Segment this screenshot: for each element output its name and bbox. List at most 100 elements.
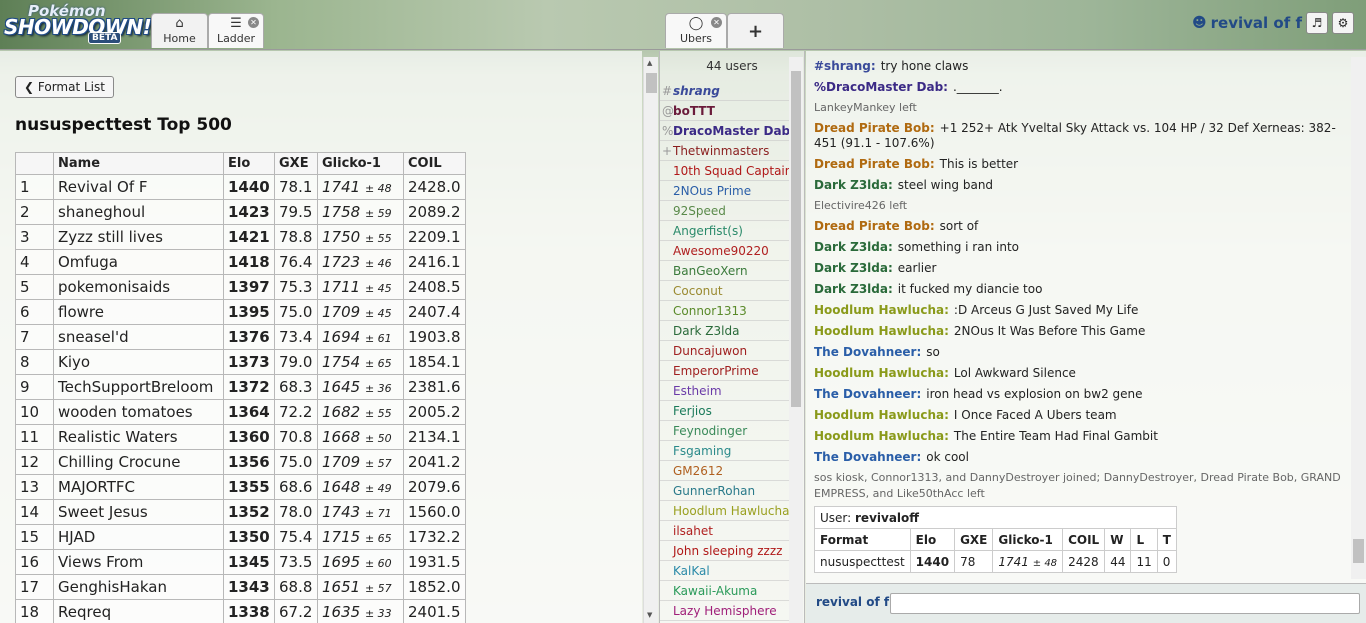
chat-message-author[interactable]: The Dovahneer: (814, 387, 921, 401)
ladder-row: 14 Sweet Jesus 1352 78.0 1743 ± 71 1560.0 (15, 499, 466, 525)
ladder-player-name[interactable]: pokemonisaids (53, 274, 224, 300)
ladder-player-name[interactable]: TechSupportBreloom (53, 374, 224, 400)
ladder-player-name[interactable]: Chilling Crocune (53, 449, 224, 475)
rank-user-name[interactable]: revivaloff (855, 511, 919, 525)
userlist-item[interactable]: BanGeoXern (660, 261, 790, 281)
userlist-item[interactable]: Hoodlum Hawlucha (660, 501, 790, 521)
userlist-item[interactable]: John sleeping zzzz (660, 541, 790, 561)
new-tab-button[interactable]: + (727, 13, 784, 48)
ladder-player-name[interactable]: flowre (53, 299, 224, 325)
ladder-player-name[interactable]: shaneghoul (53, 199, 224, 225)
chat-message-author[interactable]: Hoodlum Hawlucha: (814, 51, 949, 52)
userlist-item[interactable]: KalKal (660, 561, 790, 581)
userlist-item[interactable]: 92Speed (660, 201, 790, 221)
ladder-player-name[interactable]: Views From (53, 549, 224, 575)
chat-message-author[interactable]: Hoodlum Hawlucha: (814, 303, 949, 317)
ladder-player-name[interactable]: Omfuga (53, 249, 224, 275)
ladder-coil: 2134.1 (403, 424, 466, 450)
ladder-player-name[interactable]: Revival Of F (53, 174, 224, 200)
ladder-coil: 2209.1 (403, 224, 466, 250)
userlist-item[interactable]: %DracoMaster Dab (660, 121, 790, 141)
ladder-player-name[interactable]: Zyzz still lives (53, 224, 224, 250)
ladder-player-name[interactable]: Kiyo (53, 349, 224, 375)
ladder-player-name[interactable]: Reqreq (53, 599, 224, 623)
userlist-item[interactable]: GunnerRohan (660, 481, 790, 501)
chat-message-author[interactable]: Dark Z3lda: (814, 178, 893, 192)
chat-scroll-thumb[interactable] (1353, 539, 1364, 563)
ladder-player-name[interactable]: GenghisHakan (53, 574, 224, 600)
ladder-rank: 6 (15, 299, 54, 325)
chat-message-author[interactable]: Dread Pirate Bob: (814, 157, 935, 171)
ladder-table: Name Elo GXE Glicko-1 COIL 1 Revival Of F… (15, 152, 466, 623)
ladder-player-name[interactable]: Realistic Waters (53, 424, 224, 450)
tab-home[interactable]: ⌂ Home (151, 13, 208, 48)
gear-icon[interactable]: ⚙ (1332, 12, 1354, 34)
close-icon[interactable]: ✕ (248, 17, 259, 28)
userlist-item[interactable]: Dark Z3lda (660, 321, 790, 341)
chat-message-text: 2NOus It Was Before This Game (953, 324, 1146, 338)
userlist-item[interactable]: Kawaii-Akuma (660, 581, 790, 601)
chat-message-author[interactable]: %DracoMaster Dab: (814, 80, 948, 94)
userlist-item[interactable]: Awesome90220 (660, 241, 790, 261)
chat-message-author[interactable]: Hoodlum Hawlucha: (814, 429, 949, 443)
format-list-button[interactable]: ❮ Format List (15, 76, 114, 98)
showdown-logo[interactable]: Pokémon SHOWDOWN! BETA (2, 2, 152, 46)
ladder-player-name[interactable]: MAJORTFC (53, 474, 224, 500)
chat-message-author[interactable]: #shrang: (814, 59, 876, 73)
chat-scrollbar[interactable] (1351, 57, 1366, 579)
userlist-item[interactable]: +Thetwinmasters (660, 141, 790, 161)
chat-message-author[interactable]: The Dovahneer: (814, 345, 921, 359)
userlist-scroll-thumb[interactable] (791, 71, 801, 407)
chat-message-author[interactable]: Hoodlum Hawlucha: (814, 408, 949, 422)
ladder-glicko: 1695 ± 60 (317, 549, 404, 575)
userlist-item[interactable]: Connor1313 (660, 301, 790, 321)
chat-message-text: The Entire Team Had Final Gambit (953, 429, 1158, 443)
userlist-item[interactable]: Coconut (660, 281, 790, 301)
ladder-scroll-thumb[interactable] (646, 73, 657, 93)
userlist-item[interactable]: 10th Squad Captain (660, 161, 790, 181)
userlist-item[interactable]: Fsgaming (660, 441, 790, 461)
chat-message-author[interactable]: Dread Pirate Bob: (814, 121, 935, 135)
userlist-item[interactable]: ilsahet (660, 521, 790, 541)
chat-message-author[interactable]: The Dovahneer: (814, 450, 921, 464)
chat-message-author[interactable]: Hoodlum Hawlucha: (814, 366, 949, 380)
chat-message: Dark Z3lda: it fucked my diancie too (814, 279, 1344, 300)
ladder-row: 17 GenghisHakan 1343 68.8 1651 ± 57 1852.0 (15, 574, 466, 600)
chat-message-author[interactable]: Dark Z3lda: (814, 282, 893, 296)
chat-message-author[interactable]: Dark Z3lda: (814, 240, 893, 254)
userlist-item[interactable]: GM2612 (660, 461, 790, 481)
scroll-up-icon[interactable]: ▲ (647, 59, 652, 67)
ladder-player-name[interactable]: HJAD (53, 524, 224, 550)
chat-message-author[interactable]: Dark Z3lda: (814, 261, 893, 275)
userlist-item[interactable]: Feynodinger (660, 421, 790, 441)
ladder-player-name[interactable]: sneasel'd (53, 324, 224, 350)
userlist-item[interactable]: #shrang (660, 81, 790, 101)
ladder-glicko-value: 1695 (322, 553, 361, 571)
username[interactable]: revival of f (1211, 14, 1302, 32)
ladder-scrollbar[interactable]: ▲ ▼ (643, 57, 658, 623)
userlist-item[interactable]: Angerfist(s) (660, 221, 790, 241)
userlist-item[interactable]: Estheim (660, 381, 790, 401)
chat-input[interactable] (890, 593, 1360, 614)
ladder-player-name[interactable]: wooden tomatoes (53, 399, 224, 425)
userlist-item[interactable]: EmperorPrime (660, 361, 790, 381)
tab-ladder[interactable]: ☰ Ladder ✕ (208, 13, 264, 48)
userlist-item[interactable]: @boTTT (660, 101, 790, 121)
chat-message-author[interactable]: Hoodlum Hawlucha: (814, 324, 949, 338)
userlist-item[interactable]: Ferjios (660, 401, 790, 421)
ladder-gxe: 79.5 (274, 199, 318, 225)
userlist-item[interactable]: 2NOus Prime (660, 181, 790, 201)
userlist-username: Hoodlum Hawlucha (673, 504, 790, 518)
ladder-gxe: 76.4 (274, 249, 318, 275)
userlist-scrollbar[interactable] (789, 57, 803, 623)
chat-message-author[interactable]: Dread Pirate Bob: (814, 219, 935, 233)
userlist-item[interactable]: Duncajuwon (660, 341, 790, 361)
tab-ubers[interactable]: ◯ Ubers ✕ (665, 13, 727, 48)
scroll-down-icon[interactable]: ▼ (647, 611, 652, 619)
ladder-elo: 1355 (223, 474, 275, 500)
ladder-player-name[interactable]: Sweet Jesus (53, 499, 224, 525)
ladder-glicko-dev: ± 36 (364, 382, 392, 395)
close-icon[interactable]: ✕ (711, 17, 722, 28)
userlist-item[interactable]: Lazy Hemisphere (660, 601, 790, 621)
sound-icon[interactable]: ♬ (1306, 12, 1328, 34)
